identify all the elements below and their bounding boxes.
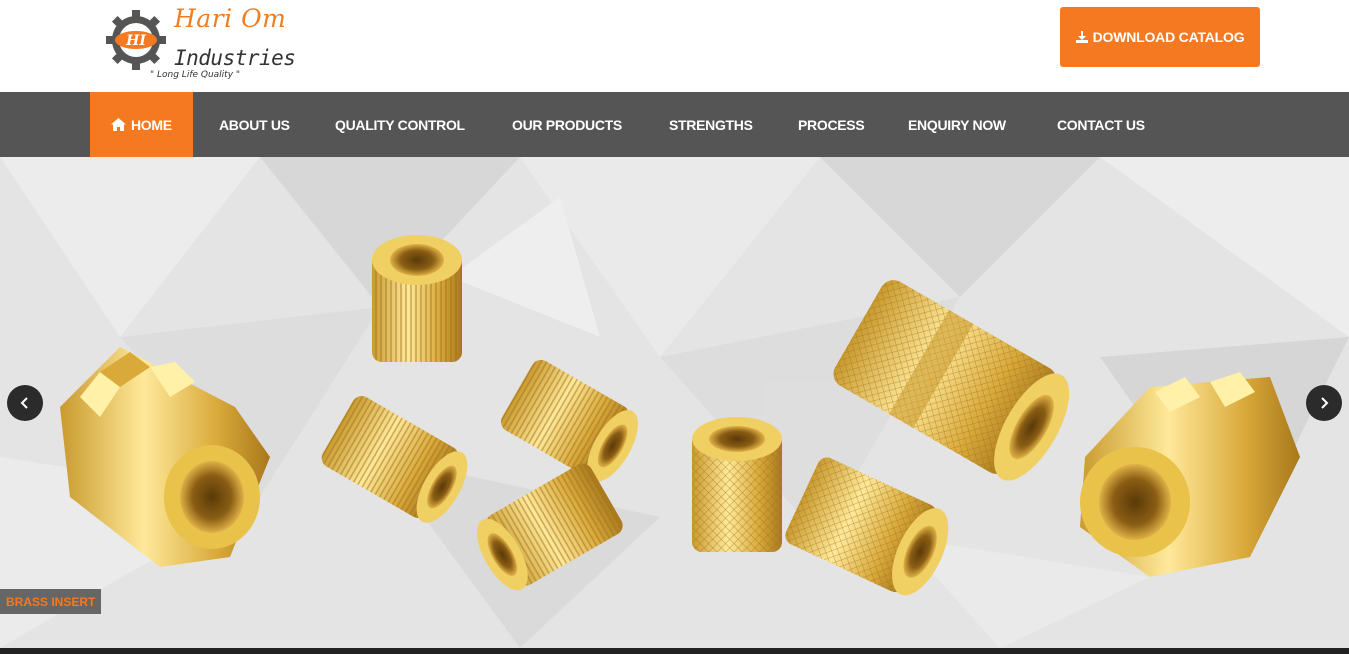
download-catalog-label: DOWNLOAD CATALOG: [1092, 29, 1245, 45]
nav-label-contact-us: CONTACT US: [1057, 116, 1145, 133]
logo[interactable]: HI Hari Om Industries " Long Life Qualit…: [104, 4, 304, 86]
slide-caption: BRASS INSERT: [0, 589, 102, 614]
nav-label-about-us: ABOUT US: [219, 116, 290, 133]
slider-prev-button[interactable]: [7, 385, 43, 421]
brand-name: Hari Om: [174, 4, 287, 33]
gear-logo-icon: HI: [106, 10, 166, 70]
hero-slider: BRASS INSERT: [0, 157, 1349, 648]
nav-item-strengths[interactable]: STRENGTHS: [669, 92, 753, 157]
nav-label-strengths: STRENGTHS: [669, 116, 753, 133]
nav-item-home[interactable]: HOME: [90, 92, 193, 157]
nav-label-our-products: OUR PRODUCTS: [512, 116, 622, 133]
slide-image: [0, 157, 1349, 648]
nav-item-process[interactable]: PROCESS: [798, 92, 865, 157]
nav-label-home: HOME: [131, 116, 172, 133]
nav-item-quality-control[interactable]: QUALITY CONTROL: [335, 92, 465, 157]
download-catalog-button[interactable]: DOWNLOAD CATALOG: [1060, 7, 1260, 67]
nav-label-enquiry-now: ENQUIRY NOW: [908, 116, 1006, 133]
nav-item-about-us[interactable]: ABOUT US: [219, 92, 290, 157]
nav-item-enquiry-now[interactable]: ENQUIRY NOW: [908, 92, 1006, 157]
download-icon: [1075, 31, 1088, 43]
slider-next-button[interactable]: [1306, 385, 1342, 421]
chevron-left-icon: [20, 397, 28, 409]
nav-item-contact-us[interactable]: CONTACT US: [1057, 92, 1145, 157]
site-header: HI Hari Om Industries " Long Life Qualit…: [0, 0, 1349, 92]
bottom-bar: [0, 648, 1349, 654]
chevron-right-icon: [1321, 397, 1329, 409]
nav-label-process: PROCESS: [798, 116, 865, 133]
brand-subtitle: Industries: [174, 46, 296, 70]
brand-tagline: " Long Life Quality ": [150, 70, 241, 80]
logo-monogram: HI: [125, 33, 146, 49]
nav-label-quality-control: QUALITY CONTROL: [335, 116, 465, 133]
nav-item-our-products[interactable]: OUR PRODUCTS: [512, 92, 622, 157]
main-nav: HOME ABOUT US QUALITY CONTROL OUR PRODUC…: [0, 92, 1349, 157]
home-icon: [111, 118, 126, 131]
